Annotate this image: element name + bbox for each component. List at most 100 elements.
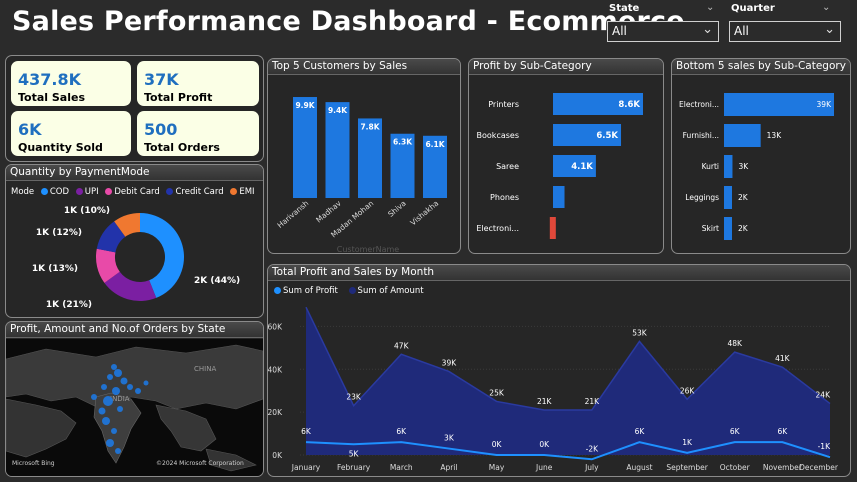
x-tick-label: May xyxy=(489,463,505,472)
amount-data-label: 47K xyxy=(394,341,410,350)
kpi-label: Quantity Sold xyxy=(18,141,103,154)
bar xyxy=(724,217,732,240)
amount-data-label: 41K xyxy=(775,354,791,363)
bar-data-label: 8.6K xyxy=(618,100,640,110)
bar-data-label: 9.4K xyxy=(328,106,348,115)
panel-title: Bottom 5 sales by Sub-Category xyxy=(672,59,850,75)
top-customers-panel[interactable]: Top 5 Customers by Sales 9.9K Harivansh 9.… xyxy=(267,58,461,254)
category-label: Electroni... xyxy=(679,100,719,109)
kpi-label: Total Sales xyxy=(18,91,86,104)
state-map-panel[interactable]: Profit, Amount and No.of Orders by State… xyxy=(5,321,264,477)
donut-data-label: 2K (44%) xyxy=(194,276,240,286)
donut-data-label: 1K (13%) xyxy=(32,264,78,274)
kpi-value: 6K xyxy=(18,120,42,139)
bar-data-label: 2K xyxy=(738,193,749,202)
state-filter-collapse-icon[interactable]: ⌄ xyxy=(706,2,714,13)
x-tick-label: March xyxy=(390,463,413,472)
legend-item[interactable]: Debit Card xyxy=(114,187,159,197)
monthly-legend: Sum of Profit Sum of Amount xyxy=(270,286,424,296)
bar xyxy=(724,124,761,147)
x-tick-label: September xyxy=(666,463,708,472)
amount-data-label: 25K xyxy=(489,388,505,397)
amount-data-label: 53K xyxy=(632,328,648,337)
bar-data-label: 3K xyxy=(738,162,749,171)
bar-data-label: 2K xyxy=(738,224,749,233)
bing-attribution: Microsoft Bing xyxy=(12,460,55,467)
monthly-area-chart[interactable]: 0K 20K 40K 60K 69K 23K 47K 39K 25K 21K 21K 53K 26K 48… xyxy=(268,301,850,476)
x-tick-label: Vishakha xyxy=(408,199,440,228)
quarter-filter-dropdown[interactable]: All ⌄ xyxy=(729,21,841,42)
legend-item[interactable]: COD xyxy=(50,187,69,197)
legend-dot-icon xyxy=(230,187,238,195)
amount-data-label: 26K xyxy=(680,386,696,395)
legend-dot-icon xyxy=(75,187,83,195)
profit-data-label: 0K xyxy=(539,440,550,449)
legend-dot-icon xyxy=(166,187,174,195)
panel-title: Top 5 Customers by Sales xyxy=(268,59,460,75)
category-label: Bookcases xyxy=(477,131,519,140)
legend-item[interactable]: Credit Card xyxy=(175,187,223,197)
kpi-card-total-profit: 37K Total Profit xyxy=(137,61,259,106)
payment-legend: Mode COD UPI Debit Card Credit Card EMI xyxy=(11,187,255,197)
profit-data-label: 3K xyxy=(444,434,455,443)
state-filter-dropdown[interactable]: All ⌄ xyxy=(607,21,719,42)
bottom5-chart[interactable]: Electroni... 39K Furnishi... 13K Kurti 3K Legg… xyxy=(672,76,850,254)
y-tick-label: 40K xyxy=(268,365,283,374)
profit-data-label: 1K xyxy=(682,438,693,447)
x-tick-label: October xyxy=(720,463,751,472)
profit-subcategory-panel[interactable]: Profit by Sub-Category Printers 8.6K Bookc… xyxy=(468,58,664,254)
quarter-filter-label: Quarter xyxy=(731,3,775,14)
legend-title: Mode xyxy=(11,187,35,197)
legend-item[interactable]: Sum of Amount xyxy=(358,286,424,296)
profit-data-label: 0K xyxy=(492,440,503,449)
x-tick-label: June xyxy=(535,463,553,472)
profit-data-label: 6K xyxy=(396,427,407,436)
y-tick-label: 60K xyxy=(268,322,283,331)
y-tick-label: 0K xyxy=(272,451,283,460)
legend-dot-icon xyxy=(40,187,48,195)
quarter-filter-value: All xyxy=(734,24,749,38)
quarter-filter-collapse-icon[interactable]: ⌄ xyxy=(822,2,830,13)
bar-data-label: 39K xyxy=(817,100,833,109)
bottom5-panel[interactable]: Bottom 5 sales by Sub-Category Electroni… xyxy=(671,58,851,254)
dashboard-title: Sales Performance Dashboard - Ecommerce xyxy=(12,6,685,37)
kpi-value: 437.8K xyxy=(18,70,82,89)
bar-data-label: 13K xyxy=(767,131,783,140)
top-customers-chart[interactable]: 9.9KHarivansh9.4KMadhav7.8KMadan Mohan6.… xyxy=(268,76,460,254)
profit-subcategory-chart[interactable]: Printers 8.6K Bookcases 6.5K Saree 4.1K Phones… xyxy=(469,76,663,254)
bar xyxy=(553,186,565,208)
category-label: Electroni... xyxy=(476,224,519,233)
amount-data-label: 24K xyxy=(816,391,832,400)
monthly-panel[interactable]: Total Profit and Sales by Month Sum of P… xyxy=(267,264,851,477)
amount-area xyxy=(306,307,830,455)
payment-donut-chart[interactable]: 2K (44%) 1K (21%) 1K (13%) 1K (12%) 1K (10%) xyxy=(6,199,263,318)
bar-data-label: 4.1K xyxy=(571,162,593,172)
x-tick-label: Harivansh xyxy=(275,198,310,229)
map-copyright: ©2024 Microsoft Corporation xyxy=(156,460,244,467)
amount-data-label: 69K xyxy=(302,301,318,303)
donut-data-label: 1K (21%) xyxy=(46,300,92,310)
payment-mode-panel[interactable]: Quantity by PaymentMode Mode COD UPI Deb… xyxy=(5,164,264,318)
profit-data-label: -1K xyxy=(818,442,831,451)
x-tick-label: November xyxy=(763,463,803,472)
amount-data-label: 21K xyxy=(585,397,601,406)
legend-item[interactable]: Sum of Profit xyxy=(283,286,338,296)
profit-data-label: 5K xyxy=(349,449,360,458)
kpi-card-quantity-sold: 6K Quantity Sold xyxy=(11,111,131,156)
x-tick-label: April xyxy=(440,463,457,472)
panel-title: Quantity by PaymentMode xyxy=(6,165,263,181)
legend-item[interactable]: EMI xyxy=(239,187,254,197)
amount-data-label: 48K xyxy=(727,339,743,348)
kpi-value: 500 xyxy=(144,120,178,139)
state-map[interactable]: CHINA INDIA Microsoft Bing ©2024 Microso… xyxy=(6,339,263,477)
bar xyxy=(293,97,317,198)
profit-data-label: 6K xyxy=(301,427,312,436)
x-tick-label: August xyxy=(626,463,652,472)
legend-item[interactable]: UPI xyxy=(85,187,99,197)
legend-dot-icon xyxy=(105,187,113,195)
state-filter-label: State xyxy=(609,3,640,14)
x-tick-label: Madhav xyxy=(314,198,343,224)
amount-data-label: 23K xyxy=(346,393,362,402)
x-tick-label: January xyxy=(291,463,321,472)
map-label: CHINA xyxy=(194,365,216,373)
